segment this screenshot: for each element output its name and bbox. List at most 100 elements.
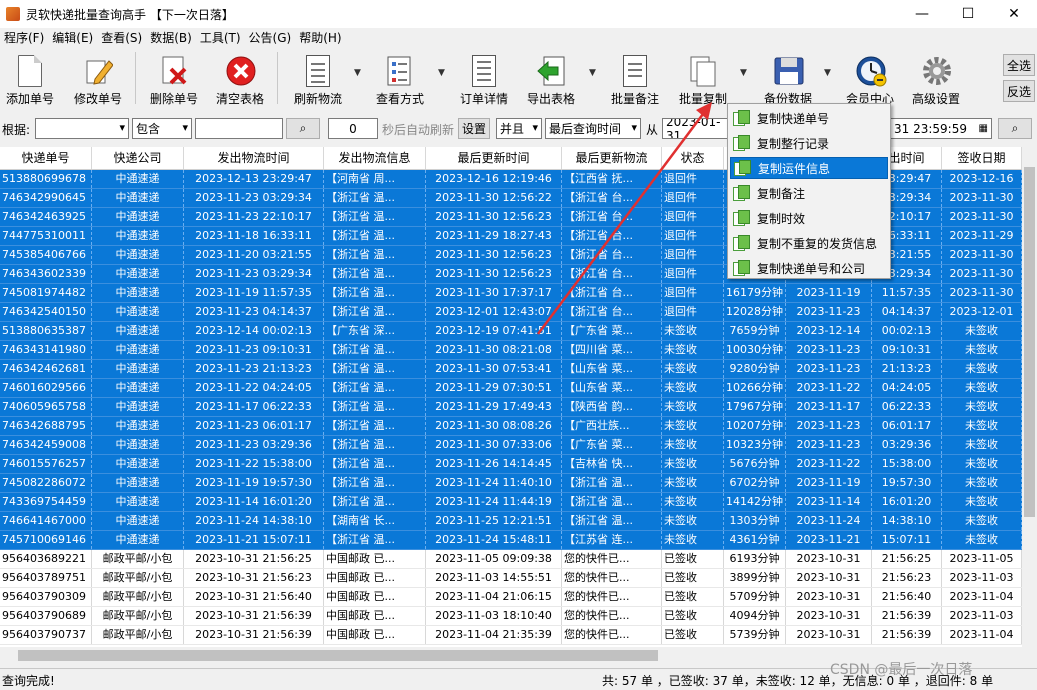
and-select[interactable]: 并且 — [496, 118, 542, 139]
table-row[interactable]: 956403689221 邮政平邮/小包 2023-10-31 21:56:25 中国… — [0, 550, 1022, 569]
menu-notice[interactable]: 公告(G) — [245, 28, 296, 48]
table-row[interactable]: 746641467000 中通速递 2023-11-24 14:38:10 【湖南省 … — [0, 512, 1022, 531]
table-row[interactable]: 746342462681 中通速递 2023-11-23 21:13:23 【浙江省 … — [0, 360, 1022, 379]
calendar-icon[interactable]: ▦ — [979, 123, 988, 134]
table-row[interactable]: 746342459008 中通速递 2023-11-23 03:29:36 【浙江省 … — [0, 436, 1022, 455]
seconds-input[interactable]: 0 — [328, 118, 378, 139]
table-row[interactable]: 746342540150 中通速递 2023-11-23 04:14:37 【浙江省 … — [0, 303, 1022, 322]
menu-help[interactable]: 帮助(H) — [295, 28, 345, 48]
export-dropdown-arrow[interactable]: ▼ — [589, 68, 596, 78]
query-button[interactable]: ⌕ — [998, 118, 1032, 139]
view-dropdown-arrow[interactable]: ▼ — [438, 68, 445, 78]
table-row[interactable]: 745082286072 中通速递 2023-11-19 19:57:30 【浙江省 … — [0, 474, 1022, 493]
edit-number-button[interactable]: 修改单号 — [70, 48, 126, 108]
table-row[interactable]: 745710069146 中通速递 2023-11-21 15:07:11 【浙江省 … — [0, 531, 1022, 550]
clear-table-button[interactable]: 清空表格 — [212, 48, 268, 108]
menu-copy-number-and-company[interactable]: 复制快递单号和公司 — [730, 257, 888, 279]
advanced-settings-button[interactable]: 高级设置 — [906, 48, 966, 108]
cell-last-update-time: 2023-11-29 17:49:43 — [426, 398, 562, 416]
menu-tools[interactable]: 工具(T) — [196, 28, 245, 48]
clock-icon — [855, 55, 887, 87]
cell-last-update-time: 2023-11-04 21:35:39 — [426, 626, 562, 644]
cell-courier-company: 中通速递 — [92, 512, 184, 530]
table-row[interactable]: 956403790689 邮政平邮/小包 2023-10-31 21:56:39 中国… — [0, 607, 1022, 626]
cell-tracking-number: 746342688795 — [0, 417, 92, 435]
gear-icon — [921, 55, 951, 87]
order-detail-button[interactable]: 订单详情 — [456, 48, 512, 108]
table-row[interactable]: 746016029566 中通速递 2023-11-22 04:24:05 【浙江省 … — [0, 379, 1022, 398]
backup-dropdown-arrow[interactable]: ▼ — [824, 68, 831, 78]
column-header-last-update-info[interactable]: 最后更新物流 — [562, 147, 662, 169]
date-from-input[interactable]: 2023-01-31 — [662, 118, 728, 139]
close-button[interactable]: ✕ — [991, 0, 1037, 28]
menu-copy-shipping-info[interactable]: 复制运件信息 — [730, 157, 888, 179]
menu-copy-notes[interactable]: 复制备注 — [730, 182, 888, 204]
horizontal-scroll-thumb[interactable] — [18, 650, 658, 661]
column-header-ship-info[interactable]: 发出物流信息 — [324, 147, 426, 169]
refresh-logistics-button[interactable]: 刷新物流 — [289, 48, 347, 108]
menu-program[interactable]: 程序(F) — [0, 28, 48, 48]
column-header-ship-time[interactable]: 发出物流时间 — [184, 147, 324, 169]
column-header-sign-date[interactable]: 签收日期 — [942, 147, 1022, 169]
invert-selection-button[interactable]: 反选 — [1003, 80, 1035, 102]
export-table-button[interactable]: 导出表格 — [523, 48, 579, 108]
vertical-scroll-thumb[interactable] — [1024, 167, 1035, 517]
column-header-tracking-number[interactable]: 快递单号 — [0, 147, 92, 169]
menu-copy-time-cost[interactable]: 复制时效 — [730, 207, 888, 229]
field-select[interactable]: 最后查询时间 — [545, 118, 641, 139]
table-row[interactable]: 956403790737 邮政平邮/小包 2023-10-31 21:56:39 中国… — [0, 626, 1022, 645]
cell-ship-clock: 21:56:23 — [872, 569, 942, 587]
cell-tracking-number: 513880699678 — [0, 170, 92, 188]
cell-sign-date: 未签收 — [942, 379, 1022, 397]
menu-data[interactable]: 数据(B) — [146, 28, 196, 48]
vertical-scrollbar[interactable] — [1022, 147, 1037, 647]
view-mode-button[interactable]: 查看方式 — [372, 48, 428, 108]
cell-ship-date: 2023-11-19 — [786, 474, 872, 492]
date-to-input[interactable]: 31 23:59:59 ▦ — [890, 118, 992, 139]
cell-ship-time: 2023-10-31 21:56:23 — [184, 569, 324, 587]
match-select[interactable]: 包含 — [132, 118, 192, 139]
column-header-last-update-time[interactable]: 最后更新时间 — [426, 147, 562, 169]
menu-edit[interactable]: 编辑(E) — [48, 28, 97, 48]
table-row[interactable]: 956403789751 邮政平邮/小包 2023-10-31 21:56:23 中国… — [0, 569, 1022, 588]
menu-copy-tracking-number[interactable]: 复制快递单号 — [730, 107, 888, 129]
menu-view[interactable]: 查看(S) — [97, 28, 146, 48]
cell-courier-company: 中通速递 — [92, 170, 184, 188]
search-button[interactable]: ⌕ — [286, 118, 320, 139]
cell-courier-company: 中通速递 — [92, 341, 184, 359]
cell-tracking-number: 746343602339 — [0, 265, 92, 283]
cell-last-update-time: 2023-11-30 07:53:41 — [426, 360, 562, 378]
table-row[interactable]: 746342688795 中通速递 2023-11-23 06:01:17 【浙江省 … — [0, 417, 1022, 436]
table-row[interactable]: 745081974482 中通速递 2023-11-19 11:57:35 【浙江省 … — [0, 284, 1022, 303]
table-row[interactable]: 746343141980 中通速递 2023-11-23 09:10:31 【浙江省 … — [0, 341, 1022, 360]
table-row[interactable]: 740605965758 中通速递 2023-11-17 06:22:33 【浙江省 … — [0, 398, 1022, 417]
cell-status: 已签收 — [662, 626, 724, 644]
table-row[interactable]: 513880635387 中通速递 2023-12-14 00:02:13 【广东省 … — [0, 322, 1022, 341]
cell-ship-info: 中国邮政 已... — [324, 626, 426, 644]
backup-data-button[interactable]: 备份数据 — [760, 48, 816, 108]
cell-ship-info: 【浙江省 温... — [324, 379, 426, 397]
minimize-button[interactable]: — — [899, 0, 945, 28]
refresh-dropdown-arrow[interactable]: ▼ — [354, 68, 361, 78]
batch-copy-button[interactable]: 批量复制 — [674, 48, 732, 108]
add-number-button[interactable]: 添加单号 — [2, 48, 58, 108]
basis-select[interactable] — [35, 118, 129, 139]
delete-number-button[interactable]: 删除单号 — [144, 48, 204, 108]
settings-button[interactable]: 设置 — [458, 118, 490, 139]
column-header-courier-company[interactable]: 快递公司 — [92, 147, 184, 169]
cell-time-cost: 4094分钟 — [724, 607, 786, 625]
table-row[interactable]: 956403790309 邮政平邮/小包 2023-10-31 21:56:40 中国… — [0, 588, 1022, 607]
table-row[interactable]: 743369754459 中通速递 2023-11-14 16:01:20 【浙江省 … — [0, 493, 1022, 512]
member-center-button[interactable]: 会员中心 — [842, 48, 898, 108]
copy-dropdown-arrow[interactable]: ▼ — [740, 68, 747, 78]
batch-note-button[interactable]: 批量备注 — [606, 48, 664, 108]
table-row[interactable]: 746015576257 中通速递 2023-11-22 15:38:00 【浙江省 … — [0, 455, 1022, 474]
column-header-status[interactable]: 状态 — [662, 147, 724, 169]
menu-copy-whole-row[interactable]: 复制整行记录 — [730, 132, 888, 154]
maximize-button[interactable]: ☐ — [945, 0, 991, 28]
select-all-button[interactable]: 全选 — [1003, 54, 1035, 76]
cell-last-update-info: 【浙江省 台... — [562, 265, 662, 283]
menu-copy-unique-shipping-info[interactable]: 复制不重复的发货信息 — [730, 232, 888, 254]
cell-last-update-time: 2023-11-25 12:21:51 — [426, 512, 562, 530]
keyword-input[interactable] — [195, 118, 283, 139]
